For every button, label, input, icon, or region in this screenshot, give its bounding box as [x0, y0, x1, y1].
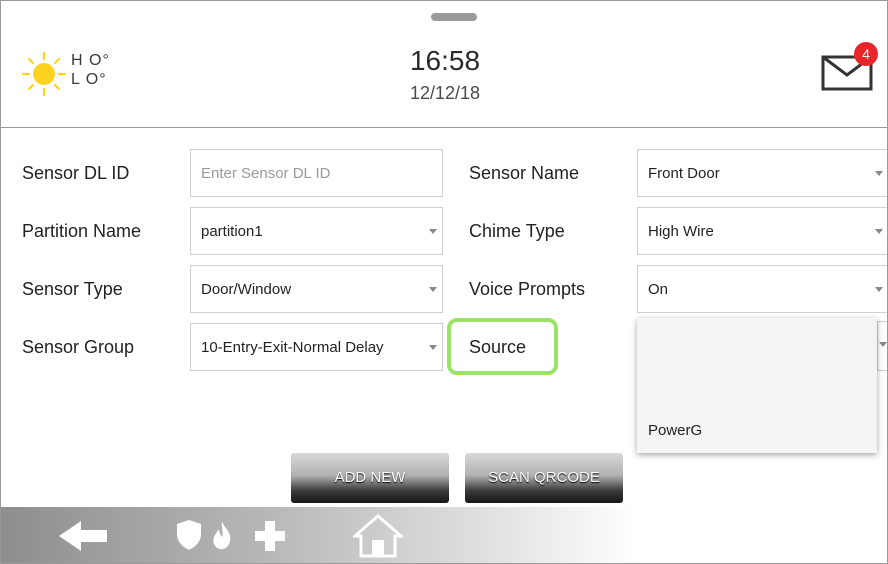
sensor-name-value: Front Door	[648, 165, 720, 182]
chevron-down-icon	[429, 345, 437, 350]
chevron-down-icon	[875, 229, 883, 234]
sensor-type-label: Sensor Type	[22, 279, 123, 299]
chevron-down-icon	[429, 287, 437, 292]
panel-screen: H O° L O° 16:58 12/12/18 4 Sensor DL ID …	[0, 0, 888, 564]
weather-low: L O°	[71, 71, 107, 88]
home-icon[interactable]	[353, 514, 403, 558]
message-count-badge: 4	[854, 42, 878, 66]
fire-icon[interactable]	[209, 519, 235, 551]
header: H O° L O° 16:58 12/12/18 4	[1, 1, 887, 128]
chevron-down-icon	[875, 171, 883, 176]
source-option-powerg[interactable]: PowerG	[648, 422, 702, 439]
sensor-group-select[interactable]: 10-Entry-Exit-Normal Delay	[190, 323, 443, 371]
source-label: Source	[469, 337, 527, 357]
chime-type-label: Chime Type	[469, 221, 565, 241]
sensor-name-select[interactable]: Front Door	[637, 149, 887, 197]
shield-icon[interactable]	[176, 519, 202, 551]
bottom-nav-bar	[1, 507, 887, 563]
partition-name-value: partition1	[201, 223, 263, 240]
chevron-down-icon	[879, 342, 887, 347]
sensor-name-label: Sensor Name	[469, 163, 580, 183]
source-select[interactable]	[877, 321, 887, 371]
clock-date: 12/12/18	[409, 83, 481, 103]
partition-name-select[interactable]: partition1	[190, 207, 443, 255]
scan-qrcode-button[interactable]: SCAN QRCODE	[465, 453, 623, 503]
weather-high: H O°	[71, 52, 110, 69]
sensor-group-label: Sensor Group	[22, 337, 135, 357]
weather-readout[interactable]: H O° L O°	[71, 51, 110, 89]
clock-time: 16:58	[409, 45, 481, 76]
back-arrow-icon[interactable]	[59, 521, 109, 551]
sensor-type-select[interactable]: Door/Window	[190, 265, 443, 313]
sensor-dl-id-placeholder: Enter Sensor DL ID	[201, 165, 331, 182]
medical-cross-icon[interactable]	[255, 521, 285, 551]
sensor-dl-id-input[interactable]: Enter Sensor DL ID	[190, 149, 443, 197]
sensor-dl-id-label: Sensor DL ID	[22, 163, 130, 183]
sensor-type-value: Door/Window	[201, 281, 292, 298]
chevron-down-icon	[875, 287, 883, 292]
voice-prompts-value: On	[648, 281, 669, 298]
voice-prompts-select[interactable]: On	[637, 265, 887, 313]
partition-name-label: Partition Name	[22, 221, 142, 241]
source-dropdown-menu: PowerG	[637, 318, 877, 453]
sensor-group-value: 10-Entry-Exit-Normal Delay	[201, 339, 384, 356]
sun-icon	[21, 51, 67, 97]
chime-type-value: High Wire	[648, 223, 714, 240]
chime-type-select[interactable]: High Wire	[637, 207, 887, 255]
chevron-down-icon	[429, 229, 437, 234]
voice-prompts-label: Voice Prompts	[469, 279, 586, 299]
add-new-button[interactable]: ADD NEW	[291, 453, 449, 503]
